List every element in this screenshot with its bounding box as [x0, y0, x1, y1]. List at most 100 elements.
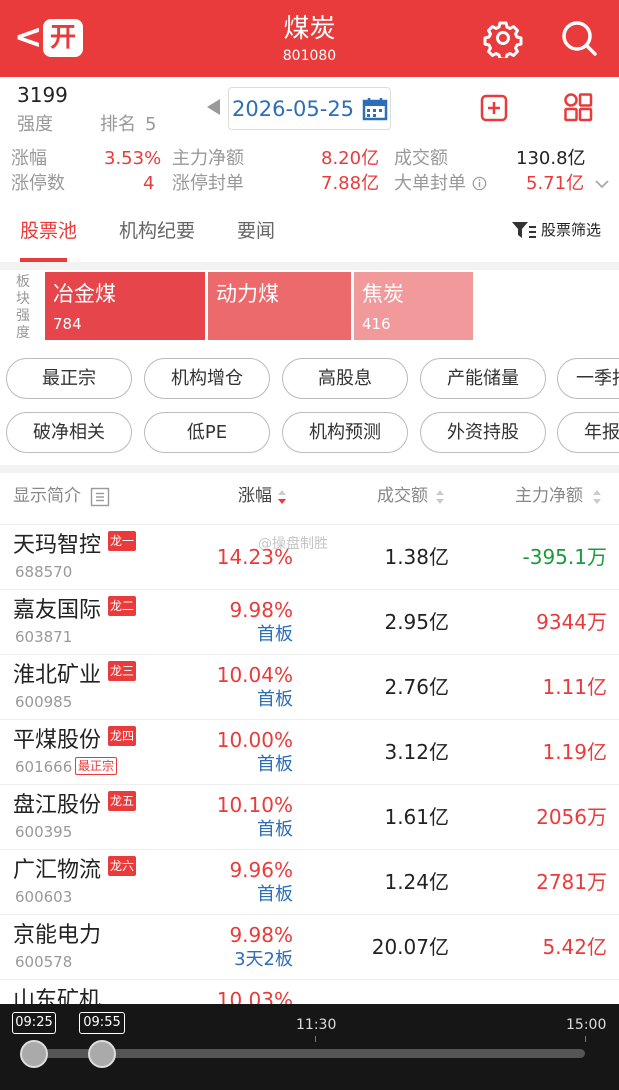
sort-desc-icon[interactable] — [277, 489, 287, 505]
stock-name: 盘江股份 — [13, 793, 102, 818]
stock-code: 688570 — [15, 563, 73, 581]
calendar-icon — [362, 98, 388, 121]
date-picker[interactable]: 2026-05-25 — [228, 87, 391, 130]
block-name: 动力煤 — [216, 282, 279, 306]
table-row[interactable]: 嘉友国际 龙二 603871 9.98% 首板 2.95亿 9344万 — [0, 590, 619, 655]
turnover: 1.24亿 — [384, 870, 449, 894]
block-name: 冶金煤 — [53, 282, 116, 306]
divider — [0, 465, 619, 473]
stock-name: 京能电力 — [13, 923, 102, 948]
turnover: 2.76亿 — [384, 675, 449, 699]
table-row[interactable]: 盘江股份 龙五 600395 10.10% 首板 1.61亿 2056万 — [0, 785, 619, 850]
current-slider-handle[interactable] — [88, 1040, 116, 1068]
net-inflow: 9344万 — [536, 610, 607, 634]
start-slider-handle[interactable] — [20, 1040, 48, 1068]
change-pct: 10.04% — [216, 663, 293, 687]
chip-filter[interactable]: 破净相关 — [6, 412, 132, 453]
stat-value: 7.88亿 — [321, 173, 380, 194]
col-header-name[interactable]: 显示简介 — [13, 485, 81, 507]
info-icon[interactable] — [472, 176, 487, 191]
chip-filter[interactable]: 产能储量 — [420, 358, 546, 399]
net-inflow: 1.11亿 — [542, 675, 607, 699]
change-pct: 10.00% — [216, 728, 293, 752]
tab-news[interactable]: 要闻 — [237, 219, 275, 243]
col-header-amount[interactable]: 成交额 — [377, 485, 428, 507]
stock-code: 600578 — [15, 953, 73, 971]
stock-code: 600395 — [15, 823, 73, 841]
block-coke[interactable]: 焦炭 416 — [354, 272, 473, 340]
rank-value: 5 — [145, 114, 157, 135]
stat-value: 3.53% — [104, 148, 162, 169]
sort-icon[interactable] — [592, 489, 602, 505]
leader-badge: 龙五 — [108, 791, 137, 811]
board-count: 首板 — [257, 884, 293, 905]
watermark: @操盘制胜 — [258, 536, 328, 552]
table-row[interactable]: 广汇物流 龙六 600603 9.96% 首板 1.24亿 2781万 — [0, 850, 619, 915]
leader-badge: 龙二 — [108, 596, 137, 616]
chip-filter[interactable]: 低PE — [144, 412, 270, 453]
tab-institution-notes[interactable]: 机构纪要 — [119, 219, 195, 243]
app-header: < 开 煤炭 801080 — [0, 0, 619, 77]
tick-mark — [585, 1036, 586, 1042]
table-row[interactable]: 淮北矿业 龙三 600985 10.04% 首板 2.76亿 1.11亿 — [0, 655, 619, 720]
stock-name: 淮北矿业 — [13, 663, 102, 688]
chip-filter[interactable]: 机构预测 — [282, 412, 408, 453]
col-header-net[interactable]: 主力净额 — [515, 485, 583, 507]
add-watchlist-icon[interactable] — [480, 94, 508, 122]
turnover: 1.61亿 — [384, 805, 449, 829]
net-inflow: 2056万 — [536, 805, 607, 829]
net-inflow: -395.1万 — [522, 545, 607, 569]
board-count: 首板 — [257, 754, 293, 775]
divider — [0, 262, 619, 270]
prev-date-icon[interactable] — [207, 99, 220, 115]
search-icon[interactable] — [559, 18, 599, 58]
chevron-down-icon[interactable] — [594, 178, 610, 190]
chip-filter[interactable]: 一季报 — [557, 358, 619, 399]
sector-code: 801080 — [282, 48, 337, 64]
change-pct: 9.98% — [229, 598, 293, 622]
list-icon[interactable] — [90, 487, 110, 507]
gear-icon[interactable] — [483, 18, 523, 58]
stat-value: 130.8亿 — [516, 148, 586, 169]
stat-value: 5.71亿 — [526, 173, 585, 194]
chip-filter[interactable]: 最正宗 — [6, 358, 132, 399]
table-row[interactable]: 平煤股份 龙四 601666 最正宗 10.00% 首板 3.12亿 1.19亿 — [0, 720, 619, 785]
filter-label: 股票筛选 — [541, 221, 602, 239]
grid-icon[interactable] — [563, 92, 593, 122]
slider-track[interactable] — [34, 1049, 585, 1058]
change-pct: 10.10% — [216, 793, 293, 817]
block-strength-label: 板块强度 — [16, 274, 30, 341]
time-slider-bar: 09:25 09:55 11:30 15:00 — [0, 1004, 619, 1090]
turnover: 2.95亿 — [384, 610, 449, 634]
change-pct: 9.98% — [229, 923, 293, 947]
table-row[interactable]: 天玛智控 龙一 688570 14.23% 1.38亿 -395.1万 @操盘制… — [0, 525, 619, 590]
mid-time-label: 11:30 — [296, 1017, 337, 1033]
change-pct: 9.96% — [229, 858, 293, 882]
stat-label: 涨幅 — [11, 148, 47, 169]
tag-badge: 最正宗 — [75, 757, 118, 775]
col-header-change[interactable]: 涨幅 — [238, 485, 272, 507]
end-time-label: 15:00 — [566, 1017, 607, 1033]
stock-code: 600603 — [15, 888, 73, 906]
stock-filter-button[interactable]: 股票筛选 — [511, 220, 601, 240]
table-row[interactable]: 京能电力 600578 9.98% 3天2板 20.07亿 5.42亿 — [0, 915, 619, 980]
stat-label: 大单封单 — [394, 173, 466, 194]
chip-filter[interactable]: 外资持股 — [420, 412, 546, 453]
sector-id: 3199 — [17, 83, 68, 107]
sort-icon[interactable] — [435, 489, 445, 505]
chip-filter[interactable]: 年报 — [557, 412, 619, 453]
chip-filter[interactable]: 机构增仓 — [144, 358, 270, 399]
block-metallurgical-coal[interactable]: 冶金煤 784 — [45, 272, 205, 340]
rank-label: 排名 — [100, 114, 136, 135]
chip-filter[interactable]: 高股息 — [282, 358, 408, 399]
block-value: 416 — [362, 315, 391, 333]
filter-icon — [512, 222, 536, 238]
board-count: 首板 — [257, 689, 293, 710]
board-count: 首板 — [257, 624, 293, 645]
stock-name: 广汇物流 — [13, 858, 102, 883]
block-thermal-coal[interactable]: 动力煤 — [208, 272, 351, 340]
stock-name: 嘉友国际 — [13, 598, 102, 623]
stat-label: 涨停数 — [11, 173, 65, 194]
tab-stock-pool[interactable]: 股票池 — [20, 219, 77, 243]
start-time-label: 09:25 — [12, 1012, 56, 1034]
